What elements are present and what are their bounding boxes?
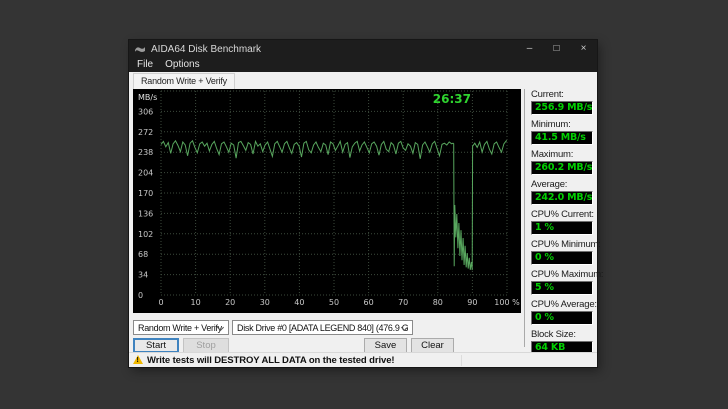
test-type-select[interactable]: Random Write + Verify: [133, 320, 229, 335]
svg-text:136: 136: [138, 209, 153, 218]
svg-text:60: 60: [364, 298, 374, 307]
elapsed-time: 26:37: [433, 92, 471, 106]
svg-text:20: 20: [225, 298, 235, 307]
menu-bar: File Options: [129, 58, 597, 72]
tab-random-write-verify[interactable]: Random Write + Verify: [133, 73, 235, 89]
stat-label: CPU% Maximum:: [531, 269, 593, 280]
stat-value: 242.0 MB/s: [531, 191, 593, 205]
stat-label: Block Size:: [531, 329, 593, 340]
warning-icon: !: [133, 355, 143, 364]
benchmark-chart: 0102030405060708090100 %3062722382041701…: [133, 89, 521, 313]
stat-value: 5 %: [531, 281, 593, 295]
start-button[interactable]: Start: [133, 338, 179, 353]
svg-text:34: 34: [138, 271, 148, 280]
stat-label: Average:: [531, 179, 593, 190]
stat-average: Average: 242.0 MB/s: [531, 179, 593, 205]
stat-value: 0 %: [531, 251, 593, 265]
svg-text:170: 170: [138, 189, 153, 198]
stat-value: 41.5 MB/s: [531, 131, 593, 145]
warning-icon-mark: !: [137, 357, 139, 364]
svg-text:70: 70: [398, 298, 408, 307]
svg-text:80: 80: [433, 298, 443, 307]
stop-button[interactable]: Stop: [183, 338, 229, 353]
app-icon: [134, 44, 146, 54]
stat-maximum: Maximum: 260.2 MB/s: [531, 149, 593, 175]
aida64-disk-benchmark-window: AIDA64 Disk Benchmark – □ × File Options…: [129, 40, 597, 367]
menu-file[interactable]: File: [131, 58, 159, 72]
save-button[interactable]: Save: [364, 338, 407, 353]
stat-cpu-current: CPU% Current: 1 %: [531, 209, 593, 235]
svg-text:102: 102: [138, 230, 153, 239]
stat-value: 256.9 MB/s: [531, 101, 593, 115]
panel-divider: [524, 89, 525, 347]
stat-label: Current:: [531, 89, 593, 100]
svg-text:30: 30: [260, 298, 270, 307]
drive-select[interactable]: Disk Drive #0 [ADATA LEGEND 840] (476.9 …: [232, 320, 413, 335]
status-bar: ! Write tests will DESTROY ALL DATA on t…: [129, 352, 597, 367]
status-bar-divider: [461, 355, 462, 366]
stat-cpu-minimum: CPU% Minimum: 0 %: [531, 239, 593, 265]
stat-cpu-average: CPU% Average: 0 %: [531, 299, 593, 325]
status-message: Write tests will DESTROY ALL DATA on the…: [147, 355, 394, 366]
svg-text:90: 90: [467, 298, 477, 307]
maximize-icon[interactable]: □: [543, 40, 570, 58]
stat-label: CPU% Current:: [531, 209, 593, 220]
stat-label: CPU% Average:: [531, 299, 593, 310]
stat-label: CPU% Minimum:: [531, 239, 593, 250]
test-type-value: Random Write + Verify: [138, 323, 224, 333]
stat-value: 0 %: [531, 311, 593, 325]
svg-text:40: 40: [294, 298, 304, 307]
stat-cpu-maximum: CPU% Maximum: 5 %: [531, 269, 593, 295]
svg-text:10: 10: [191, 298, 201, 307]
stat-label: Minimum:: [531, 119, 593, 130]
svg-text:100 %: 100 %: [494, 298, 520, 307]
svg-text:MB/s: MB/s: [138, 93, 157, 102]
svg-text:0: 0: [138, 291, 143, 300]
desktop: { "window": { "title": "AIDA64 Disk Benc…: [0, 0, 728, 409]
menu-options[interactable]: Options: [159, 58, 205, 72]
svg-text:238: 238: [138, 148, 153, 157]
stat-label: Maximum:: [531, 149, 593, 160]
close-icon[interactable]: ×: [570, 40, 597, 58]
stat-value: 260.2 MB/s: [531, 161, 593, 175]
minimize-icon[interactable]: –: [516, 40, 543, 58]
client-area: Random Write + Verify 010203040506070809…: [129, 72, 597, 367]
stats-panel: Current: 256.9 MB/s Minimum: 41.5 MB/s M…: [531, 89, 593, 359]
benchmark-plot: 0102030405060708090100 %3062722382041701…: [133, 89, 521, 313]
clear-button[interactable]: Clear: [411, 338, 454, 353]
svg-text:68: 68: [138, 250, 148, 259]
svg-text:306: 306: [138, 107, 153, 116]
title-bar: AIDA64 Disk Benchmark – □ ×: [129, 40, 597, 58]
stat-minimum: Minimum: 41.5 MB/s: [531, 119, 593, 145]
svg-text:272: 272: [138, 128, 153, 137]
svg-text:0: 0: [158, 298, 163, 307]
svg-text:204: 204: [138, 169, 153, 178]
stat-current: Current: 256.9 MB/s: [531, 89, 593, 115]
stat-value: 1 %: [531, 221, 593, 235]
window-title: AIDA64 Disk Benchmark: [151, 44, 516, 55]
svg-text:50: 50: [329, 298, 339, 307]
drive-select-value: Disk Drive #0 [ADATA LEGEND 840] (476.9 …: [237, 323, 408, 333]
